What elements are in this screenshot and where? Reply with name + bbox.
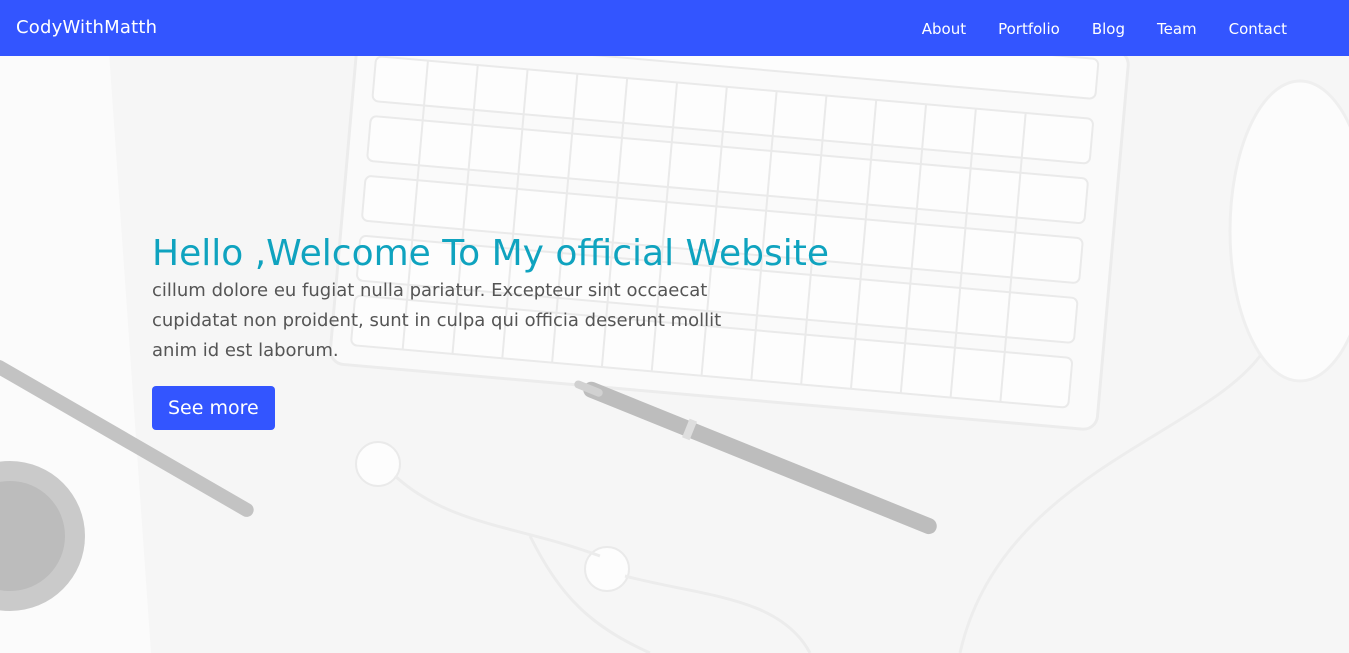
nav-link-blog[interactable]: Blog <box>1092 20 1125 38</box>
nav-item-blog: Blog <box>1092 19 1125 38</box>
hero-section: Hello ,Welcome To My official Website ci… <box>0 56 1349 653</box>
navbar: CodyWithMatth About Portfolio Blog Team … <box>0 0 1349 56</box>
brand-logo-link[interactable]: CodyWithMatth <box>16 15 157 41</box>
nav-item-about: About <box>922 19 966 38</box>
nav-link-team[interactable]: Team <box>1157 20 1197 38</box>
nav-links: About Portfolio Blog Team Contact <box>890 0 1287 56</box>
nav-link-about[interactable]: About <box>922 20 966 38</box>
hero-content: Hello ,Welcome To My official Website ci… <box>152 232 912 430</box>
hero-title: Hello ,Welcome To My official Website <box>152 233 830 274</box>
nav-link-contact[interactable]: Contact <box>1229 20 1287 38</box>
see-more-button[interactable]: See more <box>152 386 275 430</box>
nav-item-contact: Contact <box>1229 19 1287 38</box>
nav-item-team: Team <box>1157 19 1197 38</box>
nav-link-portfolio[interactable]: Portfolio <box>998 20 1060 38</box>
hero-description: cillum dolore eu fugiat nulla pariatur. … <box>152 280 722 361</box>
nav-item-portfolio: Portfolio <box>998 19 1060 38</box>
